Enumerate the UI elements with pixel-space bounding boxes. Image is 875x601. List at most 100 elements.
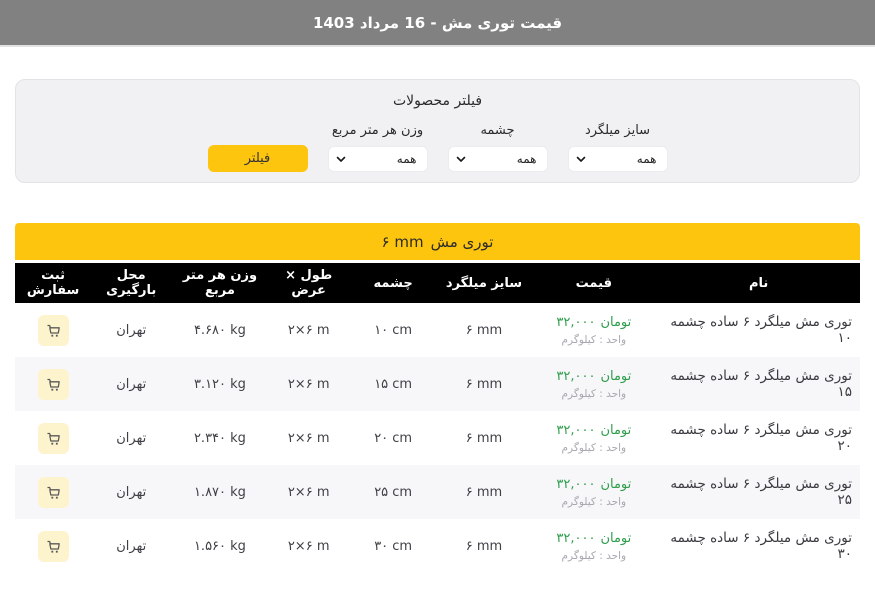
column-header-name: نام xyxy=(657,263,860,303)
mesh-cell: ۲۵ cm xyxy=(349,465,438,519)
mesh-cell: ۲۰ cm xyxy=(349,411,438,465)
page-header: قیمت توری مش - 16 مرداد 1403 xyxy=(0,0,875,47)
weight-cell: ۱.۸۷۰ kg xyxy=(171,465,268,519)
price-value: ۳۲,۰۰۰ تومان xyxy=(534,423,653,438)
price-cell: ۳۲,۰۰۰ تومان واحد : کیلوگرم xyxy=(530,357,657,411)
rebar-size-cell: ۶ mm xyxy=(438,303,531,357)
product-name: توری مش میلگرد ۶ ساده چشمه ۲۰ xyxy=(657,411,860,465)
price-unit: واحد : کیلوگرم xyxy=(534,496,653,508)
column-header-size: سایز میلگرد xyxy=(438,263,531,303)
weight-cell: ۳.۱۲۰ kg xyxy=(171,357,268,411)
currency-label: تومان xyxy=(600,531,631,546)
add-to-cart-button[interactable] xyxy=(38,531,69,562)
dimensions-cell: ۲×۶ m xyxy=(269,465,349,519)
location-cell: تهران xyxy=(91,303,171,357)
banner-size: ۶ mm xyxy=(382,233,424,251)
cart-icon xyxy=(45,322,62,339)
table-banner: توری مش ۶ mm xyxy=(15,223,860,260)
price-unit: واحد : کیلوگرم xyxy=(534,388,653,400)
add-to-cart-button[interactable] xyxy=(38,423,69,454)
add-to-cart-button[interactable] xyxy=(38,315,69,346)
dimensions-cell: ۲×۶ m xyxy=(269,519,349,573)
price-value: ۳۲,۰۰۰ تومان xyxy=(534,531,653,546)
price-unit: واحد : کیلوگرم xyxy=(534,442,653,454)
weight-cell: ۱.۵۶۰ kg xyxy=(171,519,268,573)
filter-panel: فیلتر محصولات سایز میلگرد همه چشمه همه و… xyxy=(15,79,860,183)
mesh-cell: ۱۵ cm xyxy=(349,357,438,411)
rebar-size-cell: ۶ mm xyxy=(438,357,531,411)
location-cell: تهران xyxy=(91,411,171,465)
mesh-select-wrap: همه xyxy=(448,146,548,172)
order-cell xyxy=(15,303,91,357)
filter-field-weight: وزن هر متر مربع همه xyxy=(328,123,428,172)
price-value: ۳۲,۰۰۰ تومان xyxy=(534,315,653,330)
add-to-cart-button[interactable] xyxy=(38,369,69,400)
rebar-size-select-wrap: همه xyxy=(568,146,668,172)
filter-field-rebar-size: سایز میلگرد همه xyxy=(568,123,668,172)
weight-select[interactable]: همه xyxy=(328,146,428,172)
column-header-weight: وزن هر متر مربع xyxy=(171,263,268,303)
product-name: توری مش میلگرد ۶ ساده چشمه ۱۵ xyxy=(657,357,860,411)
price-table: نام قیمت سایز میلگرد چشمه طول × عرض وزن … xyxy=(15,263,860,573)
order-cell xyxy=(15,519,91,573)
filter-controls: سایز میلگرد همه چشمه همه وزن هر متر مربع xyxy=(16,123,859,172)
dimensions-cell: ۲×۶ m xyxy=(269,303,349,357)
cart-icon xyxy=(45,484,62,501)
currency-label: تومان xyxy=(600,477,631,492)
column-header-order: ثبت سفارش xyxy=(15,263,91,303)
product-name: توری مش میلگرد ۶ ساده چشمه ۲۵ xyxy=(657,465,860,519)
weight-label: وزن هر متر مربع xyxy=(332,123,423,138)
price-cell: ۳۲,۰۰۰ تومان واحد : کیلوگرم xyxy=(530,519,657,573)
table-row: توری مش میلگرد ۶ ساده چشمه ۱۵ ۳۲,۰۰۰ توم… xyxy=(15,357,860,411)
column-header-price: قیمت xyxy=(530,263,657,303)
table-row: توری مش میلگرد ۶ ساده چشمه ۲۰ ۳۲,۰۰۰ توم… xyxy=(15,411,860,465)
column-header-location: محل بارگیری xyxy=(91,263,171,303)
table-row: توری مش میلگرد ۶ ساده چشمه ۲۵ ۳۲,۰۰۰ توم… xyxy=(15,465,860,519)
product-name: توری مش میلگرد ۶ ساده چشمه ۳۰ xyxy=(657,519,860,573)
filter-title: فیلتر محصولات xyxy=(16,93,859,109)
currency-label: تومان xyxy=(600,423,631,438)
price-value: ۳۲,۰۰۰ تومان xyxy=(534,369,653,384)
dimensions-cell: ۲×۶ m xyxy=(269,357,349,411)
price-unit: واحد : کیلوگرم xyxy=(534,550,653,562)
page-title: قیمت توری مش - 16 مرداد 1403 xyxy=(313,14,562,32)
rebar-size-cell: ۶ mm xyxy=(438,411,531,465)
table-row: توری مش میلگرد ۶ ساده چشمه ۱۰ ۳۲,۰۰۰ توم… xyxy=(15,303,860,357)
dimensions-cell: ۲×۶ m xyxy=(269,411,349,465)
currency-label: تومان xyxy=(600,315,631,330)
add-to-cart-button[interactable] xyxy=(38,477,69,508)
rebar-size-label: سایز میلگرد xyxy=(585,123,650,138)
banner-title: توری مش xyxy=(431,233,494,251)
currency-label: تومان xyxy=(600,369,631,384)
table-header-row: نام قیمت سایز میلگرد چشمه طول × عرض وزن … xyxy=(15,263,860,303)
filter-field-mesh: چشمه همه xyxy=(448,123,548,172)
cart-icon xyxy=(45,430,62,447)
price-cell: ۳۲,۰۰۰ تومان واحد : کیلوگرم xyxy=(530,465,657,519)
weight-select-wrap: همه xyxy=(328,146,428,172)
product-table-section: توری مش ۶ mm نام قیمت سایز میلگرد چشمه ط… xyxy=(15,223,860,573)
mesh-label: چشمه xyxy=(480,123,514,138)
column-header-mesh: چشمه xyxy=(349,263,438,303)
table-row: توری مش میلگرد ۶ ساده چشمه ۳۰ ۳۲,۰۰۰ توم… xyxy=(15,519,860,573)
rebar-size-select[interactable]: همه xyxy=(568,146,668,172)
product-name: توری مش میلگرد ۶ ساده چشمه ۱۰ xyxy=(657,303,860,357)
mesh-select[interactable]: همه xyxy=(448,146,548,172)
cart-icon xyxy=(45,376,62,393)
weight-cell: ۴.۶۸۰ kg xyxy=(171,303,268,357)
location-cell: تهران xyxy=(91,357,171,411)
rebar-size-cell: ۶ mm xyxy=(438,519,531,573)
rebar-size-cell: ۶ mm xyxy=(438,465,531,519)
order-cell xyxy=(15,357,91,411)
filter-button[interactable]: فیلتر xyxy=(208,145,308,172)
order-cell xyxy=(15,411,91,465)
cart-icon xyxy=(45,538,62,555)
price-cell: ۳۲,۰۰۰ تومان واحد : کیلوگرم xyxy=(530,303,657,357)
location-cell: تهران xyxy=(91,465,171,519)
location-cell: تهران xyxy=(91,519,171,573)
price-value: ۳۲,۰۰۰ تومان xyxy=(534,477,653,492)
column-header-dims: طول × عرض xyxy=(269,263,349,303)
mesh-cell: ۳۰ cm xyxy=(349,519,438,573)
mesh-cell: ۱۰ cm xyxy=(349,303,438,357)
weight-cell: ۲.۳۴۰ kg xyxy=(171,411,268,465)
order-cell xyxy=(15,465,91,519)
